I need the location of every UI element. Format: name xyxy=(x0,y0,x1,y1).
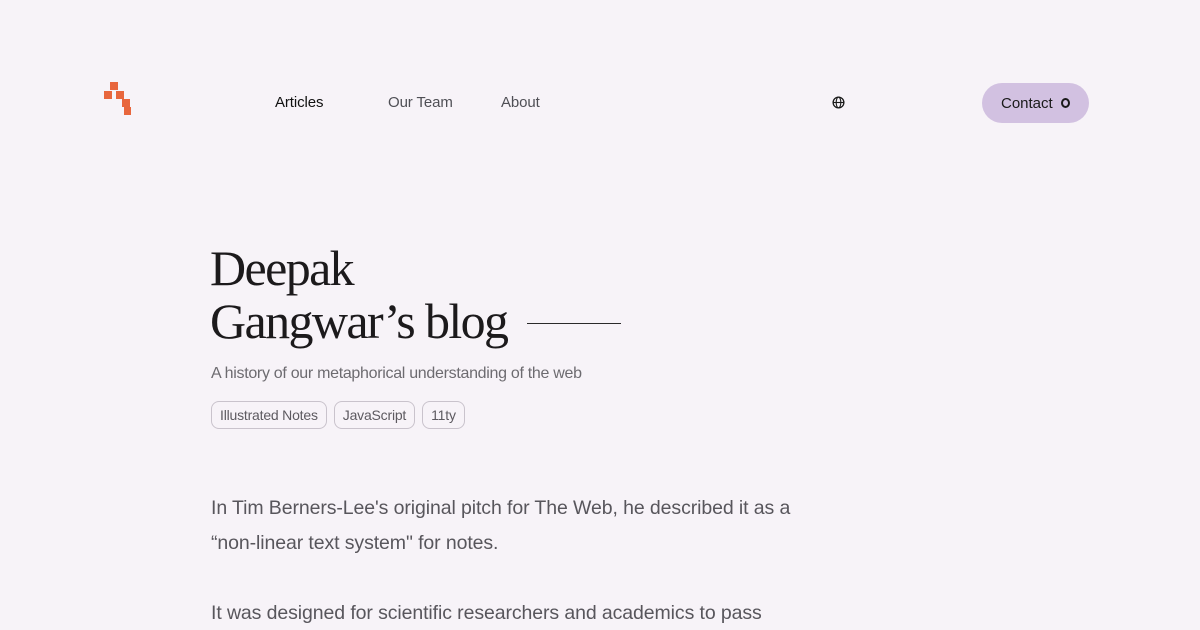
nav-about[interactable]: About xyxy=(501,94,540,112)
logo-square xyxy=(116,91,124,99)
page-subtitle: A history of our metaphorical understand… xyxy=(211,365,582,382)
globe-icon[interactable] xyxy=(832,96,845,109)
nav-our-team[interactable]: Our Team xyxy=(388,94,453,112)
contact-label: Contact xyxy=(1001,94,1053,112)
logo-square xyxy=(104,91,112,99)
contact-button[interactable]: Contact xyxy=(982,83,1089,123)
title-line-2: Gangwar’s blog xyxy=(210,293,509,349)
logo-square xyxy=(124,107,131,115)
logo[interactable] xyxy=(104,82,132,116)
tag-11ty[interactable]: 11ty xyxy=(422,401,465,429)
tag-javascript[interactable]: JavaScript xyxy=(333,401,416,429)
article-paragraph: In Tim Berners-Lee's original pitch for … xyxy=(211,497,791,554)
logo-square xyxy=(110,82,118,90)
title-divider xyxy=(527,323,622,324)
article-paragraph: It was designed for scientific researche… xyxy=(211,602,762,624)
circle-icon xyxy=(1061,98,1070,108)
title-line-1: Deepak xyxy=(210,240,355,296)
logo-square xyxy=(122,99,130,107)
tag-list: Illustrated Notes JavaScript 11ty xyxy=(211,401,465,429)
tag-illustrated-notes[interactable]: Illustrated Notes xyxy=(211,401,327,429)
page-title: Deepak Gangwar’s blog xyxy=(210,240,622,349)
nav-articles[interactable]: Articles xyxy=(275,94,323,112)
